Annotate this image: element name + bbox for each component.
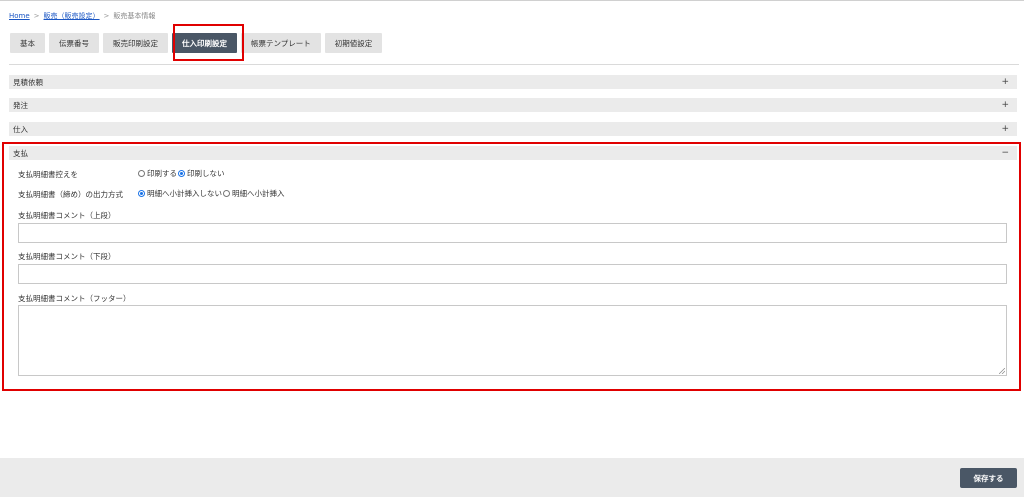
print-radio[interactable] [138,170,145,177]
tab-basic[interactable]: 基本 [10,33,45,53]
output-method-label: 支払明細書（締め）の出力方式 [18,190,123,199]
breadcrumb-separator: > [103,12,110,20]
save-button[interactable]: 保存する [960,468,1017,488]
collapse-icon[interactable]: − [1001,148,1009,158]
tab-slip-number[interactable]: 伝票番号 [49,33,99,53]
breadcrumb-separator: > [33,12,40,20]
subtotal-radio-label[interactable]: 明細へ小計挿入 [232,188,285,199]
subtotal-radio[interactable] [223,190,230,197]
resize-handle-icon[interactable] [999,368,1005,374]
print-copy-label: 支払明細書控えを [18,170,78,179]
settings-tabs: 基本 伝票番号 販売印刷設定 仕入印刷設定 帳票テンプレート 初期値設定 [10,33,383,53]
section-title: 発注 [13,100,28,110]
comment-footer-label: 支払明細書コメント（フッター） [18,294,131,303]
section-header-purchase[interactable]: 仕入 + [9,122,1017,136]
print-radio-label[interactable]: 印刷する [147,168,177,179]
comment-lower-label: 支払明細書コメント（下段） [18,252,116,261]
tab-default-values[interactable]: 初期値設定 [324,33,383,53]
breadcrumb-home-link[interactable]: Home [9,12,30,20]
print-copy-radio-group: 印刷する 印刷しない [138,168,226,179]
no-subtotal-radio[interactable] [138,190,145,197]
section-header-purchase-order[interactable]: 発注 + [9,98,1017,112]
comment-upper-input[interactable] [18,223,1007,243]
comment-upper-label: 支払明細書コメント（上段） [18,211,116,220]
tab-form-template[interactable]: 帳票テンプレート [241,33,321,53]
tab-sales-print-settings[interactable]: 販売印刷設定 [103,33,168,53]
breadcrumb-current: 販売基本情報 [113,12,156,20]
no-subtotal-radio-label[interactable]: 明細へ小計挿入しない [147,188,222,199]
output-method-radio-group: 明細へ小計挿入しない 明細へ小計挿入 [138,188,286,199]
section-title: 仕入 [13,124,28,134]
expand-icon[interactable]: + [1001,124,1009,134]
expand-icon[interactable]: + [1001,77,1009,87]
tabs-divider [9,64,1019,65]
section-title: 支払 [13,148,28,158]
section-title: 見積依頼 [13,77,43,87]
breadcrumb: Home > 販売（販売設定） > 販売基本情報 [9,10,155,22]
tab-purchase-print-settings[interactable]: 仕入印刷設定 [172,33,237,53]
no-print-radio[interactable] [178,170,185,177]
comment-footer-textarea[interactable] [18,305,1007,376]
top-divider [0,0,1024,1]
no-print-radio-label[interactable]: 印刷しない [187,168,225,179]
breadcrumb-sales-link[interactable]: 販売（販売設定） [44,11,100,21]
section-header-payment[interactable]: 支払 − [9,146,1017,160]
comment-lower-input[interactable] [18,264,1007,284]
section-header-quote-request[interactable]: 見積依頼 + [9,75,1017,89]
footer-bar [0,458,1024,497]
expand-icon[interactable]: + [1001,100,1009,110]
